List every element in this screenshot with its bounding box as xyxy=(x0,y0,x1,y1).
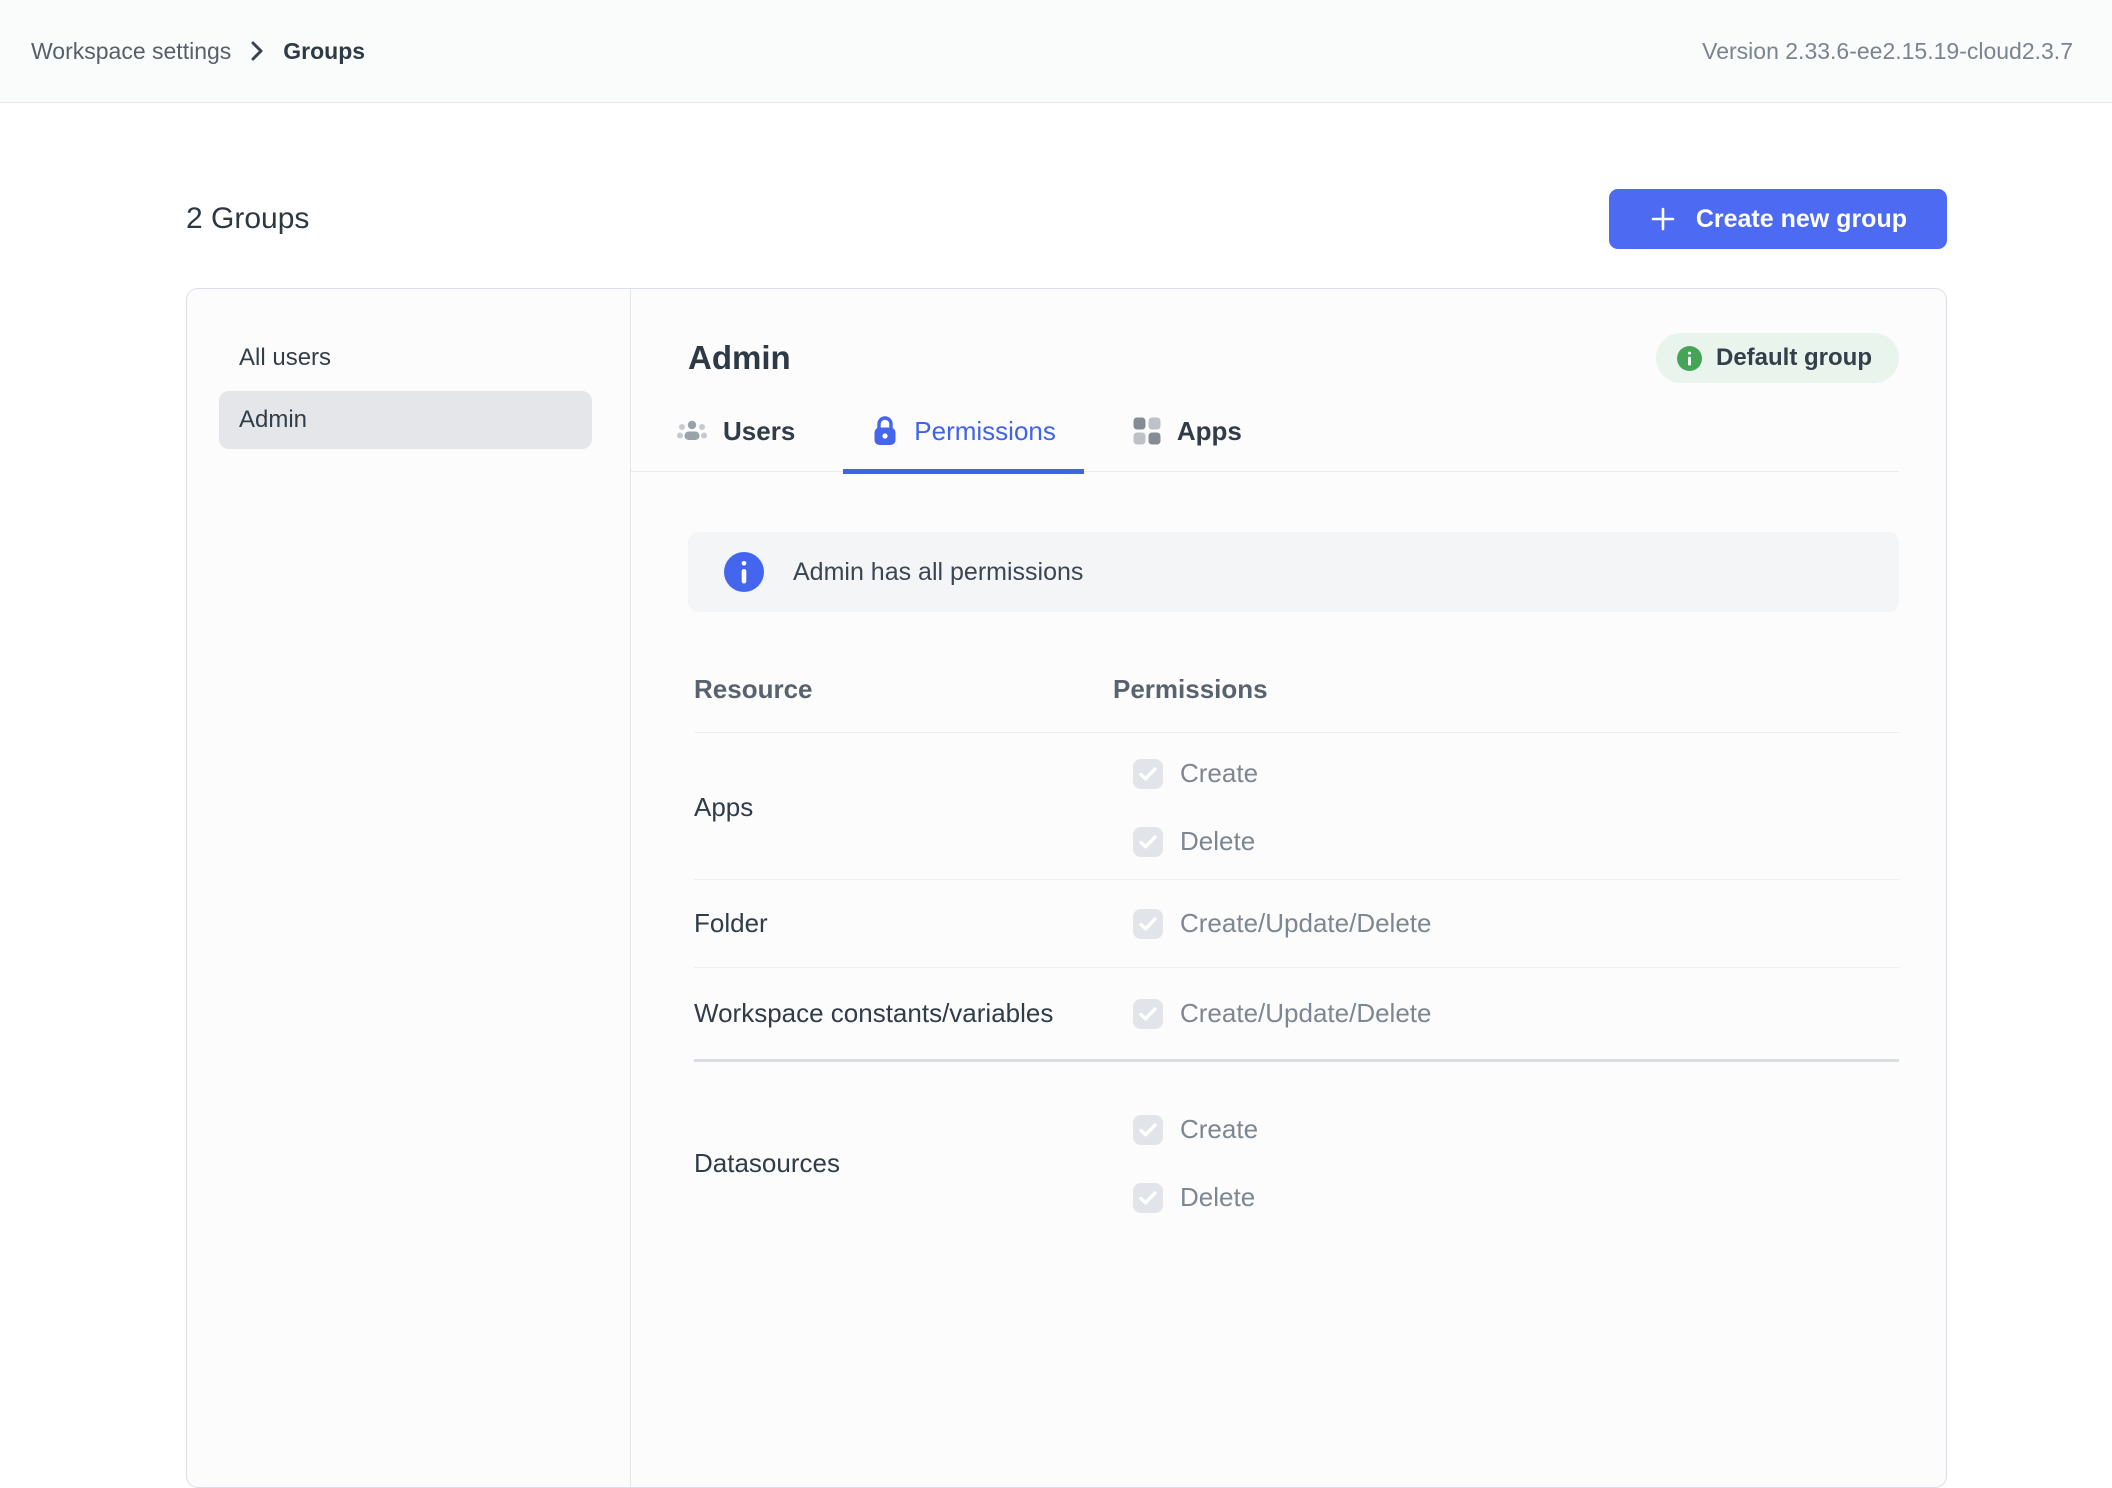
group-detail-panel: Admin Default group xyxy=(631,289,1946,1487)
resource-label: Workspace constants/variables xyxy=(694,998,1133,1029)
breadcrumb-groups: Groups xyxy=(283,38,365,65)
checkbox-datasources-create[interactable] xyxy=(1133,1115,1163,1145)
default-group-badge: Default group xyxy=(1656,333,1899,383)
breadcrumb: Workspace settings Groups xyxy=(31,38,365,65)
checkbox-datasources-delete[interactable] xyxy=(1133,1183,1163,1213)
tab-apps[interactable]: Apps xyxy=(1104,415,1270,474)
group-item-label: All users xyxy=(239,344,331,372)
apps-grid-icon xyxy=(1132,416,1162,446)
tab-users[interactable]: Users xyxy=(648,415,823,474)
tab-permissions[interactable]: Permissions xyxy=(843,415,1084,474)
tab-apps-label: Apps xyxy=(1177,416,1242,447)
create-new-group-button[interactable]: Create new group xyxy=(1609,189,1947,249)
group-item-label: Admin xyxy=(239,406,307,434)
info-banner-text: Admin has all permissions xyxy=(793,558,1083,587)
group-list-panel: All users Admin xyxy=(187,289,631,1487)
table-row-datasources: Datasources Create Delete xyxy=(694,1062,1899,1253)
top-bar: Workspace settings Groups Version 2.33.6… xyxy=(0,0,2112,103)
permission-label: Create/Update/Delete xyxy=(1180,908,1431,939)
info-icon xyxy=(1677,346,1702,371)
tab-users-label: Users xyxy=(723,416,795,447)
permission-label: Delete xyxy=(1180,826,1255,857)
version-label: Version 2.33.6-ee2.15.19-cloud2.3.7 xyxy=(1702,38,2073,65)
users-icon xyxy=(676,416,708,446)
lock-icon xyxy=(871,415,899,447)
info-banner: Admin has all permissions xyxy=(688,532,1899,612)
group-title: Admin xyxy=(688,339,791,377)
permission-label: Create xyxy=(1180,758,1258,789)
plus-icon xyxy=(1649,205,1677,233)
checkbox-workspace-constants-cud[interactable] xyxy=(1133,999,1163,1029)
checkbox-apps-delete[interactable] xyxy=(1133,827,1163,857)
default-group-label: Default group xyxy=(1716,344,1872,372)
resource-label: Datasources xyxy=(694,1148,1133,1179)
tab-bar: Users Permissions xyxy=(631,415,1899,472)
info-icon xyxy=(724,552,764,592)
permissions-table: Resource Permissions Apps Create xyxy=(694,674,1899,1253)
column-header-resource: Resource xyxy=(694,674,1113,705)
permission-label: Create/Update/Delete xyxy=(1180,998,1431,1029)
permission-label: Create xyxy=(1180,1114,1258,1145)
table-row-apps: Apps Create Delete xyxy=(694,733,1899,880)
breadcrumb-workspace-settings[interactable]: Workspace settings xyxy=(31,38,231,65)
groups-count-heading: 2 Groups xyxy=(186,202,309,236)
table-row-workspace-constants: Workspace constants/variables Create/Upd… xyxy=(694,968,1899,1062)
table-row-folder: Folder Create/Update/Delete xyxy=(694,880,1899,968)
create-new-group-label: Create new group xyxy=(1696,205,1907,234)
tab-permissions-label: Permissions xyxy=(914,416,1056,447)
group-item-all-users[interactable]: All users xyxy=(219,329,592,387)
checkbox-folder-cud[interactable] xyxy=(1133,909,1163,939)
checkbox-apps-create[interactable] xyxy=(1133,759,1163,789)
groups-card: All users Admin Admin Default group xyxy=(186,288,1947,1488)
permission-label: Delete xyxy=(1180,1182,1255,1213)
group-item-admin[interactable]: Admin xyxy=(219,391,592,449)
chevron-right-icon xyxy=(249,40,265,62)
column-header-permissions: Permissions xyxy=(1113,674,1268,705)
resource-label: Folder xyxy=(694,908,1133,939)
resource-label: Apps xyxy=(694,792,1133,823)
